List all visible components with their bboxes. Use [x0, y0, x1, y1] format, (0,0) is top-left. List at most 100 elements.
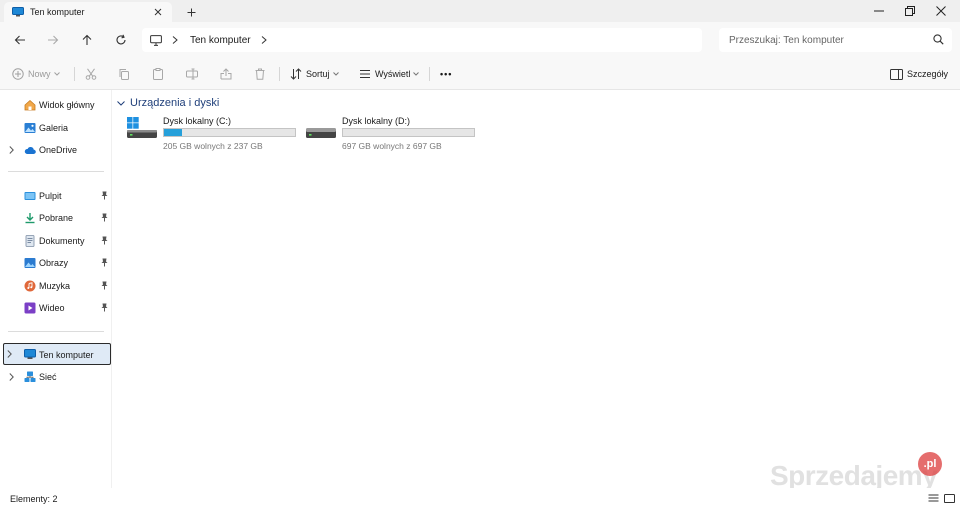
sidebar-item-label: Obrazy: [39, 258, 69, 268]
copy-button[interactable]: [118, 66, 130, 82]
sidebar-item-gallery[interactable]: Galeria: [6, 118, 110, 138]
group-header-devices[interactable]: Urządzenia i dyski: [117, 97, 219, 109]
pin-icon[interactable]: [101, 281, 108, 290]
forward-button[interactable]: [45, 32, 61, 48]
close-window-button[interactable]: [926, 0, 956, 22]
chevron-down-icon[interactable]: [117, 100, 125, 106]
sidebar-item-label: OneDrive: [39, 145, 78, 155]
download-icon: [24, 212, 36, 224]
cut-button[interactable]: [85, 66, 97, 82]
drive-free-space: 205 GB wolnych z 237 GB: [163, 141, 263, 151]
share-icon: [220, 68, 232, 80]
sidebar-item-label: Wideo: [39, 303, 65, 313]
share-button[interactable]: [220, 66, 232, 82]
tab-title: Ten komputer: [30, 7, 85, 17]
toolbar-divider: [279, 67, 280, 81]
sidebar-item-music[interactable]: Muzyka: [6, 276, 110, 296]
scissors-icon: [85, 68, 97, 80]
chevron-right-icon[interactable]: [261, 36, 267, 44]
drive-usage-bar: [342, 128, 475, 137]
more-icon: •••: [440, 69, 453, 79]
address-bar: Ten komputer: [0, 22, 960, 58]
sort-button[interactable]: Sortuj: [290, 66, 339, 82]
breadcrumb-ten-komputer[interactable]: Ten komputer: [190, 35, 251, 46]
music-icon: [24, 280, 36, 292]
pin-icon[interactable]: [101, 303, 108, 312]
view-label: Wyświetl: [375, 69, 411, 79]
sidebar-item-videos[interactable]: Wideo: [6, 298, 110, 318]
large-icons-view-icon[interactable]: [944, 493, 956, 505]
sidebar-item-downloads[interactable]: Pobrane: [6, 208, 110, 228]
drive-c[interactable]: Dysk lokalny (C:) 205 GB wolnych z 237 G…: [126, 114, 306, 154]
search-icon[interactable]: [933, 34, 944, 45]
sidebar-item-label: Widok główny: [39, 100, 95, 110]
chevron-right-icon[interactable]: [9, 373, 14, 381]
trash-icon: [254, 68, 266, 80]
new-label: Nowy: [28, 69, 51, 79]
search-input[interactable]: [729, 34, 919, 46]
sidebar-item-label: Pobrane: [39, 213, 74, 223]
up-button[interactable]: [79, 32, 95, 48]
navigation-pane: Widok główny Galeria OneDrive Pulpit Pob…: [0, 90, 112, 488]
tab-ten-komputer[interactable]: Ten komputer: [4, 2, 172, 22]
more-options-button[interactable]: •••: [440, 66, 452, 82]
search-box[interactable]: [719, 28, 952, 52]
gallery-icon: [24, 122, 36, 134]
view-list-icon: [359, 68, 371, 80]
new-tab-button[interactable]: [184, 5, 198, 19]
drive-d[interactable]: Dysk lokalny (D:) 697 GB wolnych z 697 G…: [305, 114, 485, 154]
back-button[interactable]: [12, 32, 28, 48]
group-title: Urządzenia i dyski: [130, 97, 220, 109]
sidebar-item-label: Dokumenty: [39, 236, 85, 246]
clipboard-icon: [152, 68, 164, 80]
monitor-icon: [150, 34, 162, 46]
computer-icon: [24, 349, 36, 361]
minimize-button[interactable]: [864, 0, 894, 22]
watermark-badge: .pl: [918, 452, 942, 476]
new-button[interactable]: Nowy: [12, 66, 60, 82]
chevron-right-icon[interactable]: [9, 146, 14, 154]
chevron-right-icon[interactable]: [7, 350, 12, 358]
copy-icon: [118, 68, 130, 80]
details-label: Szczegóły: [907, 69, 949, 79]
hard-drive-icon: [305, 116, 337, 142]
pin-icon[interactable]: [101, 191, 108, 200]
pin-icon[interactable]: [101, 236, 108, 245]
sidebar-item-desktop[interactable]: Pulpit: [6, 186, 110, 206]
sidebar-item-this-pc[interactable]: Ten komputer: [3, 343, 111, 365]
refresh-button[interactable]: [113, 32, 129, 48]
pin-icon[interactable]: [101, 258, 108, 267]
sidebar-item-label: Pulpit: [39, 191, 62, 201]
sidebar-divider: [8, 171, 104, 172]
paste-button[interactable]: [152, 66, 164, 82]
watermark: Sprzedajemy .pl: [770, 452, 945, 492]
rename-button[interactable]: [186, 66, 198, 82]
sidebar-item-pictures[interactable]: Obrazy: [6, 253, 110, 273]
video-icon: [24, 302, 36, 314]
sidebar-item-network[interactable]: Sieć: [6, 367, 110, 387]
delete-button[interactable]: [254, 66, 266, 82]
sidebar-item-label: Ten komputer: [39, 350, 94, 360]
address-path[interactable]: Ten komputer: [142, 28, 702, 52]
network-icon: [24, 371, 36, 383]
sidebar-item-documents[interactable]: Dokumenty: [6, 231, 110, 251]
toolbar-divider: [429, 67, 430, 81]
title-bar: Ten komputer: [0, 0, 960, 22]
sidebar-item-onedrive[interactable]: OneDrive: [6, 140, 110, 160]
details-view-icon[interactable]: [928, 493, 940, 505]
details-pane-button[interactable]: Szczegóły: [890, 66, 948, 82]
documents-icon: [24, 235, 36, 247]
close-tab-icon[interactable]: [152, 6, 164, 18]
sidebar-item-label: Galeria: [39, 123, 69, 133]
desktop-folder-icon: [24, 190, 36, 202]
view-button[interactable]: Wyświetl: [359, 66, 420, 82]
sidebar-item-home[interactable]: Widok główny: [6, 95, 110, 115]
details-pane-icon: [890, 68, 903, 80]
restore-button[interactable]: [895, 0, 925, 22]
items-count: Elementy: 2: [10, 494, 58, 504]
pin-icon[interactable]: [101, 213, 108, 222]
chevron-down-icon: [332, 72, 339, 76]
chevron-right-icon[interactable]: [172, 36, 178, 44]
pictures-icon: [24, 257, 36, 269]
content-pane: Urządzenia i dyski Dysk lokalny (C:) 205…: [113, 90, 960, 488]
